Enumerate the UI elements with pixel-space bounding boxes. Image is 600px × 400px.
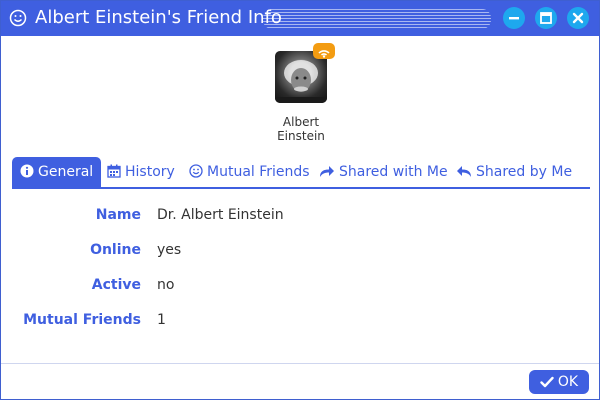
info-label: Online xyxy=(90,242,141,258)
reply-arrow-icon xyxy=(457,166,471,177)
tab-shared-by-me[interactable]: Shared by Me xyxy=(456,157,572,187)
info-circle-icon xyxy=(20,164,34,178)
info-row-mutual-friends: Mutual Friends 1 xyxy=(1,312,600,332)
tab-mutual-friends-label: Mutual Friends xyxy=(207,164,310,180)
profile-avatar-container xyxy=(275,43,335,103)
share-arrow-icon xyxy=(320,166,334,177)
info-value: yes xyxy=(157,242,182,258)
tab-shared-with-me-label: Shared with Me xyxy=(339,164,448,180)
minimize-icon xyxy=(509,17,519,20)
tab-mutual-friends[interactable]: Mutual Friends xyxy=(189,157,310,187)
checkmark-icon xyxy=(540,376,554,388)
tab-general[interactable]: General xyxy=(12,157,102,187)
title-bar[interactable]: Albert Einstein's Friend Info xyxy=(1,1,599,36)
info-value: 1 xyxy=(157,312,166,328)
ok-button-label: OK xyxy=(557,374,579,390)
footer-divider xyxy=(1,363,599,364)
feed-icon xyxy=(313,43,335,59)
friend-info-window: Albert Einstein's Friend Info Albert Ein… xyxy=(0,0,600,400)
tab-shared-by-me-label: Shared by Me xyxy=(476,164,573,180)
info-label: Active xyxy=(91,277,141,293)
profile-last-name: Einstein xyxy=(277,129,325,143)
minimize-button[interactable] xyxy=(503,7,525,29)
profile-name: Albert Einstein xyxy=(241,115,361,143)
ok-button[interactable]: OK xyxy=(529,370,589,394)
drag-handle[interactable] xyxy=(263,9,491,29)
smiley-icon xyxy=(189,164,203,178)
info-value: Dr. Albert Einstein xyxy=(157,207,284,223)
smiley-icon xyxy=(9,9,27,27)
tab-bar: General History Mutual Friends Shared wi… xyxy=(12,157,590,189)
maximize-button[interactable] xyxy=(535,7,557,29)
maximize-icon xyxy=(540,12,552,24)
info-label: Name xyxy=(95,207,141,223)
calendar-icon xyxy=(107,164,121,178)
tab-shared-with-me[interactable]: Shared with Me xyxy=(319,157,448,187)
info-row-online: Online yes xyxy=(1,242,600,262)
info-row-name: Name Dr. Albert Einstein xyxy=(1,207,600,227)
info-value: no xyxy=(157,277,175,293)
profile-first-name: Albert xyxy=(282,115,320,129)
close-button[interactable] xyxy=(567,7,589,29)
tab-history-label: History xyxy=(125,164,175,180)
info-row-active: Active no xyxy=(1,277,600,297)
close-icon xyxy=(572,12,584,24)
window-title: Albert Einstein's Friend Info xyxy=(35,7,282,28)
info-label: Mutual Friends xyxy=(23,312,141,328)
tab-general-label: General xyxy=(38,164,94,180)
tab-history[interactable]: History xyxy=(107,157,175,187)
